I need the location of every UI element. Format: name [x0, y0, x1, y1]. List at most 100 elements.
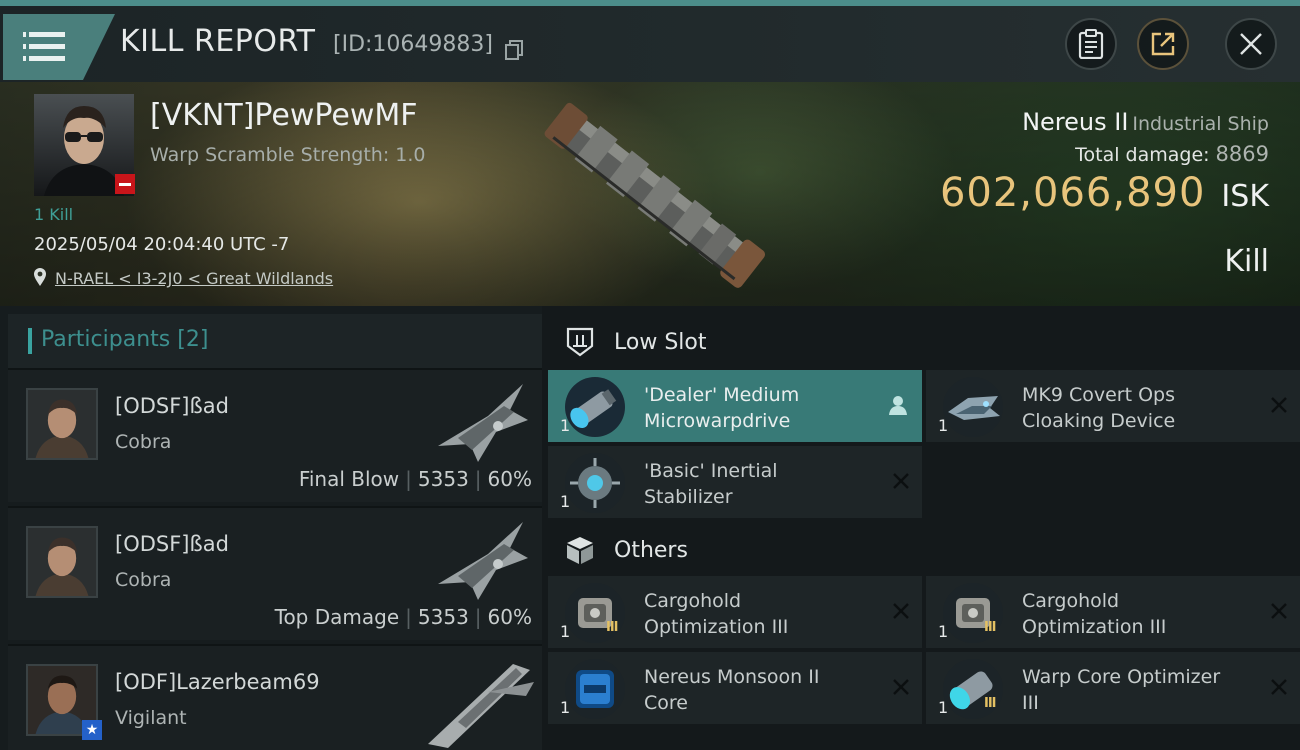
- participant-role: Final Blow: [298, 467, 400, 491]
- module-quantity: 1: [938, 698, 949, 717]
- participants-title: Participants [2]: [41, 327, 208, 352]
- victim-banner: [VKNT]PewPewMF Warp Scramble Strength: 1…: [0, 82, 1300, 306]
- victim-ship-image: [544, 102, 766, 288]
- victim-ship-name[interactable]: Nereus II: [1022, 108, 1128, 136]
- copy-icon[interactable]: [505, 40, 523, 60]
- warp-scramble-strength: Warp Scramble Strength: 1.0: [150, 144, 426, 166]
- module-item[interactable]: III 1 Cargohold Optimization III: [548, 576, 922, 648]
- others-title: Others: [614, 538, 688, 563]
- participant-row[interactable]: ★ [ODF]Lazerbeam69 Vigilant: [8, 644, 542, 750]
- remove-x-icon[interactable]: [1270, 602, 1288, 620]
- module-item[interactable]: 1 'Basic' Inertial Stabilizer: [548, 446, 922, 518]
- module-name-line: Stabilizer: [644, 486, 733, 508]
- module-name-line: Cargohold: [1022, 590, 1120, 612]
- close-button[interactable]: [1225, 18, 1277, 70]
- total-damage-label: Total damage:: [1075, 144, 1210, 166]
- isk-unit: ISK: [1221, 179, 1269, 214]
- participant-percent: 60%: [487, 605, 532, 629]
- victim-name[interactable]: [VKNT]PewPewMF: [150, 98, 418, 133]
- participant-damage: 5353: [417, 605, 469, 629]
- module-name-line: MK9 Covert Ops: [1022, 384, 1176, 406]
- others-header: Others: [542, 518, 1300, 578]
- microwarpdrive-icon: [565, 377, 625, 437]
- participants-label: Participants: [41, 327, 171, 352]
- victim-ship-class: Industrial Ship: [1132, 113, 1269, 135]
- remove-x-icon[interactable]: [892, 678, 910, 696]
- kill-count: 1 Kill: [34, 205, 74, 224]
- module-name-line: III: [1022, 692, 1039, 714]
- pilot-icon: [889, 396, 907, 415]
- module-name-line: Optimization III: [1022, 616, 1167, 638]
- low-slot-header: Low Slot: [542, 310, 1300, 370]
- total-damage-value: 8869: [1215, 142, 1269, 166]
- participants-panel: Participants [2] [ODSF]ßad Cobra Final B…: [0, 306, 542, 750]
- module-name-line: Cargohold: [644, 590, 742, 612]
- participant-avatar: [26, 526, 98, 598]
- participant-ship-image: [438, 384, 528, 462]
- tech-rank-icon: III: [606, 620, 618, 635]
- isk-value: 602,066,890: [939, 170, 1206, 216]
- module-quantity: 1: [560, 698, 571, 717]
- participant-ship-image: [428, 664, 534, 748]
- module-item[interactable]: 1 MK9 Covert Ops Cloaking Device: [926, 370, 1300, 442]
- victim-ship-line: Nereus II Industrial Ship: [1022, 108, 1269, 136]
- participant-ship: Vigilant: [115, 707, 187, 729]
- share-button[interactable]: [1137, 18, 1189, 70]
- tech-rank-icon: III: [984, 696, 996, 711]
- report-result: Kill: [1224, 244, 1269, 279]
- module-item[interactable]: 1 Nereus Monsoon II Core: [548, 652, 922, 724]
- module-quantity: 1: [560, 492, 571, 511]
- close-icon: [1240, 33, 1262, 55]
- participant-ship: Cobra: [115, 431, 172, 453]
- module-name: Nereus Monsoon II Core: [644, 664, 874, 716]
- participant-percent: 60%: [487, 467, 532, 491]
- participant-name[interactable]: [ODSF]ßad: [115, 394, 229, 418]
- header-bar: KILL REPORT [ID:10649883]: [0, 6, 1300, 82]
- remove-x-icon[interactable]: [1270, 678, 1288, 696]
- participant-avatar: [26, 388, 98, 460]
- module-name-line: Nereus Monsoon II: [644, 666, 820, 688]
- share-icon: [1151, 32, 1175, 56]
- remove-x-icon[interactable]: [892, 602, 910, 620]
- remove-x-icon[interactable]: [1270, 396, 1288, 414]
- menu-button[interactable]: [3, 14, 115, 80]
- kill-datetime: 2025/05/04 20:04:40 UTC -7: [34, 234, 290, 255]
- menu-icon: [3, 14, 115, 80]
- module-name: 'Dealer' Medium Microwarpdrive: [644, 382, 874, 434]
- module-quantity: 1: [938, 622, 949, 641]
- module-name: Cargohold Optimization III: [1022, 588, 1252, 640]
- participants-accent-bar: [28, 328, 32, 354]
- cloaking-device-icon: [943, 377, 1003, 437]
- module-quantity: 1: [560, 622, 571, 641]
- report-id: [ID:10649883]: [333, 32, 493, 57]
- clipboard-icon: [1078, 29, 1104, 59]
- fitting-panel: Low Slot 1 'Dealer' Medium Microwarpdriv…: [542, 306, 1300, 750]
- module-name-line: 'Basic' Inertial: [644, 460, 778, 482]
- participant-stats: Final Blow | 5353 | 60%: [298, 467, 532, 491]
- module-name-line: Microwarpdrive: [644, 410, 791, 432]
- star-badge: ★: [82, 720, 102, 740]
- location-link[interactable]: N-RAEL < I3-2J0 < Great Wildlands: [55, 269, 333, 288]
- module-item[interactable]: 1 'Dealer' Medium Microwarpdrive: [548, 370, 922, 442]
- clipboard-button[interactable]: [1065, 18, 1117, 70]
- cube-icon: [567, 537, 593, 564]
- module-name-line: Cloaking Device: [1022, 410, 1176, 432]
- participant-row[interactable]: [ODSF]ßad Cobra Final Blow | 5353 | 60%: [8, 368, 542, 502]
- participant-row[interactable]: [ODSF]ßad Cobra Top Damage | 5353 | 60%: [8, 506, 542, 640]
- module-name: Cargohold Optimization III: [644, 588, 874, 640]
- low-slot-icon: [566, 327, 594, 357]
- participant-name[interactable]: [ODSF]ßad: [115, 532, 229, 556]
- remove-x-icon[interactable]: [892, 472, 910, 490]
- module-name-line: Core: [644, 692, 688, 714]
- participant-ship: Cobra: [115, 569, 172, 591]
- module-item[interactable]: III 1 Cargohold Optimization III: [926, 576, 1300, 648]
- module-name-line: Optimization III: [644, 616, 789, 638]
- module-name-line: Warp Core Optimizer: [1022, 666, 1221, 688]
- page-title: KILL REPORT: [120, 24, 316, 59]
- total-damage-line: Total damage: 8869: [1075, 142, 1269, 166]
- inertial-stabilizer-icon: [565, 453, 625, 513]
- module-name: 'Basic' Inertial Stabilizer: [644, 458, 874, 510]
- participant-damage: 5353: [417, 467, 469, 491]
- module-item[interactable]: III 1 Warp Core Optimizer III: [926, 652, 1300, 724]
- participant-name[interactable]: [ODF]Lazerbeam69: [115, 670, 320, 694]
